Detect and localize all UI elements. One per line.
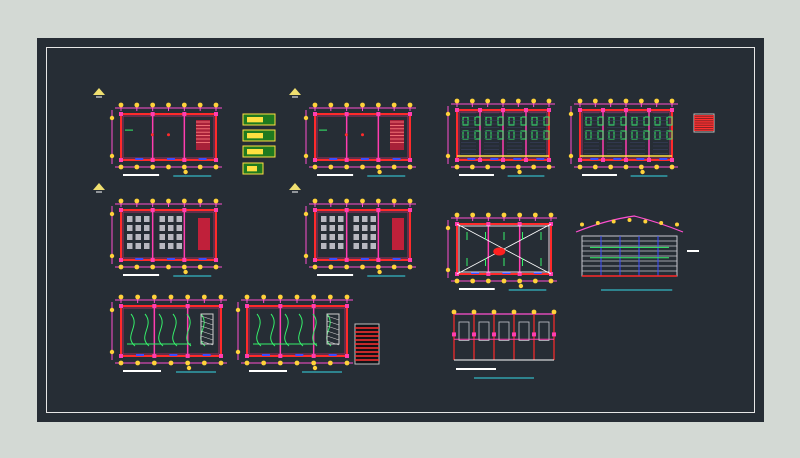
schedule-table (354, 323, 380, 365)
legend-block-1 (242, 113, 276, 126)
cad-model-space[interactable] (37, 38, 764, 422)
elevation-sheet (451, 309, 557, 379)
roof-section-sheet (575, 215, 699, 291)
cad-drawing-svg[interactable] (37, 38, 764, 422)
north-arrow-4 (289, 183, 301, 193)
roof-plan-sheet-9 (445, 212, 557, 291)
structural-grid-sheet-7 (445, 98, 555, 177)
structural-grid-sheet-8 (568, 98, 678, 177)
floor-plan-sheet-2 (303, 102, 416, 177)
title-stamp (693, 113, 715, 133)
furniture-plan-sheet-4 (303, 198, 416, 277)
furniture-plan-sheet-3 (109, 198, 222, 277)
north-arrow-2 (289, 88, 301, 98)
lighting-plan-sheet-6 (235, 294, 353, 373)
legend-block-4 (242, 162, 264, 175)
lighting-plan-sheet-5 (109, 294, 227, 373)
legend-block-2 (242, 129, 276, 142)
north-arrow-3 (93, 183, 105, 193)
legend-block-3 (242, 145, 276, 158)
floor-plan-sheet-1 (109, 102, 222, 177)
north-arrow-1 (93, 88, 105, 98)
